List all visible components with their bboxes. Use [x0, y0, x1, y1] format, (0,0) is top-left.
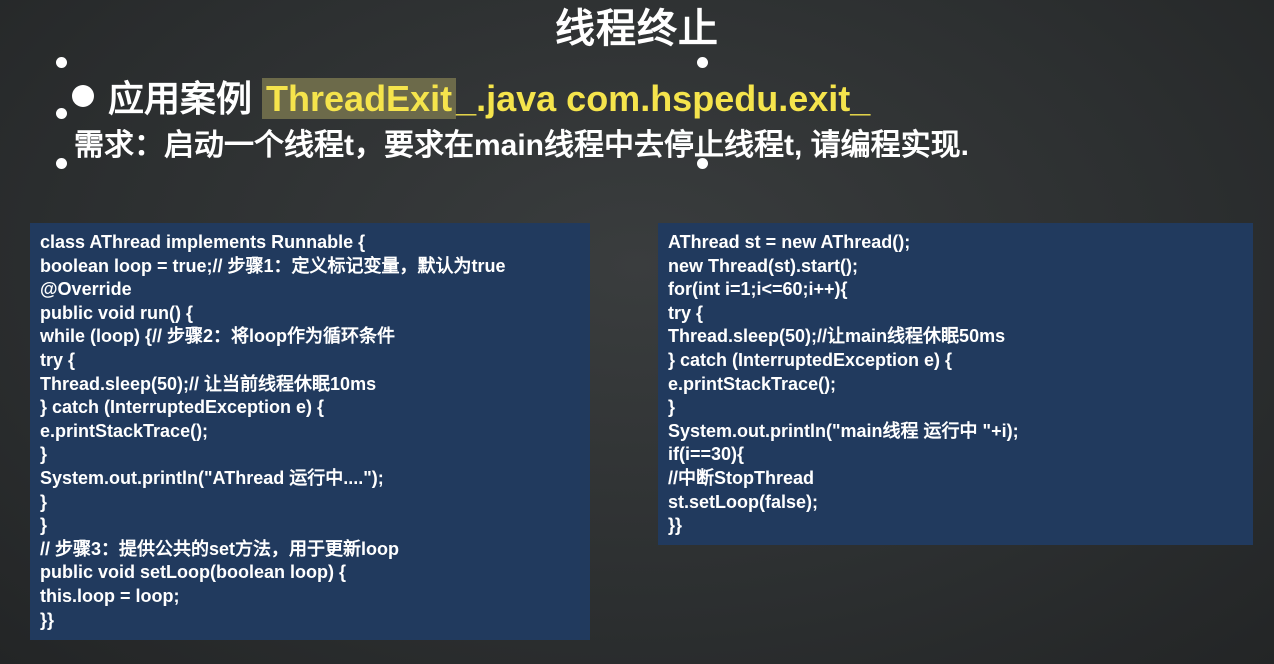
right-code-line: //中断StopThread [668, 467, 815, 488]
right-code-line: st.setLoop(false); [668, 491, 819, 512]
selection-handle-top-left[interactable] [56, 57, 67, 68]
left-code-line: public void setLoop(boolean loop) { [40, 562, 346, 583]
left-code-line: try { [40, 349, 76, 370]
left-code-line: } [40, 515, 48, 536]
left-code-line: this.loop = loop; [40, 585, 180, 606]
left-code-line: public void run() { [40, 302, 193, 323]
left-code-line: boolean loop = true;// 步骤1：定义标记变量，默认为tru… [40, 255, 506, 276]
left-code-line: } [40, 491, 48, 512]
right-code-block: AThread st = new AThread(); new Thread(st… [658, 223, 1253, 545]
left-code-line: @Override [40, 279, 132, 300]
right-code-line: new Thread(st).start(); [668, 255, 859, 276]
left-code-line: Thread.sleep(50);// 让当前线程休眠10ms [40, 373, 377, 394]
right-code-line: if(i==30){ [668, 444, 745, 465]
selection-handle-top-mid[interactable] [697, 57, 708, 68]
left-code-line: while (loop) {// 步骤2：将loop作为循环条件 [40, 326, 395, 347]
case-line: 应用案例 ThreadExit _.java com.hspedu.exit_ [72, 70, 870, 122]
right-code-line: Thread.sleep(50);//让main线程休眠50ms [668, 326, 1006, 347]
package-name: _.java com.hspedu.exit_ [456, 78, 871, 119]
left-code-line: // 步骤3：提供公共的set方法，用于更新loop [40, 538, 400, 559]
left-code-line: } [40, 444, 48, 465]
slide-title: 线程终止 [555, 7, 719, 51]
left-code-line: System.out.println("AThread 运行中...."); [40, 467, 384, 488]
left-code-line: e.printStackTrace(); [40, 420, 209, 441]
right-code-line: for(int i=1;i<=60;i++){ [668, 279, 848, 300]
right-code-line: System.out.println("main线程 运行中 "+i); [668, 420, 1019, 441]
bullet-icon [72, 85, 94, 107]
right-code-line: AThread st = new AThread(); [668, 232, 911, 252]
selection-handle-bottom-left[interactable] [56, 158, 67, 169]
right-code-line: } catch (InterruptedException e) { [668, 349, 953, 370]
class-name: ThreadExit [262, 78, 457, 119]
right-code-line: }} [668, 515, 683, 536]
left-code-line: } catch (InterruptedException e) { [40, 397, 325, 418]
case-label: 应用案例 [108, 78, 253, 119]
right-code-line: e.printStackTrace(); [668, 373, 837, 394]
selection-handle-mid-left[interactable] [56, 108, 67, 119]
left-code-block: class AThread implements Runnable { boole… [30, 223, 590, 640]
right-code-line: try { [668, 302, 704, 323]
left-code-line: class AThread implements Runnable { [40, 232, 366, 252]
requirement-text: 需求：启动一个线程t，要求在main线程中去停止线程t, 请编程实现. [74, 129, 970, 162]
left-code-line: }} [40, 609, 55, 630]
right-code-line: } [668, 397, 676, 418]
